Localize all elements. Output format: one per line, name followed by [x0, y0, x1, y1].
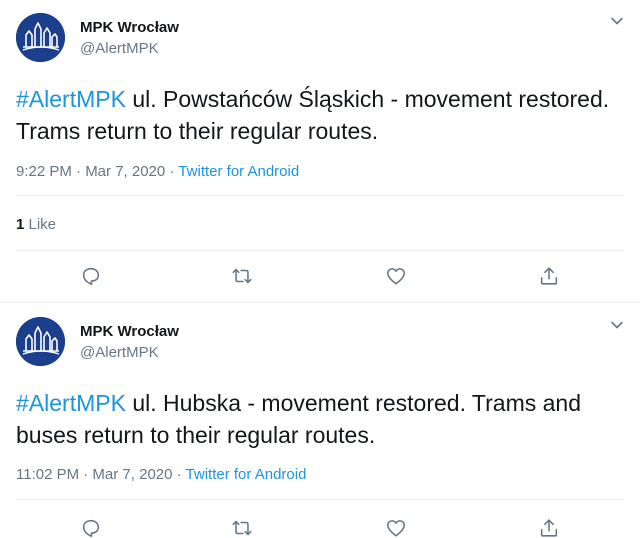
tweet-meta: 9:22 PM · Mar 7, 2020 · Twitter for Andr…	[16, 163, 299, 180]
divider	[16, 195, 624, 196]
retweet-icon[interactable]	[231, 265, 253, 287]
likes-label: Like	[24, 216, 57, 233]
share-icon[interactable]	[538, 265, 560, 287]
caret-down-icon[interactable]	[610, 318, 624, 332]
tweet-timestamp[interactable]: 11:02 PM · Mar 7, 2020 ·	[16, 466, 186, 483]
author-name[interactable]: MPK Wrocław	[80, 323, 179, 340]
tweet-actions	[0, 265, 640, 289]
author-handle[interactable]: @AlertMPK	[80, 344, 159, 361]
tweet-card[interactable]: MPK Wrocław @AlertMPK #AlertMPK ul. Pows…	[0, 0, 640, 303]
avatar[interactable]	[16, 317, 65, 366]
author-name[interactable]: MPK Wrocław	[80, 19, 179, 36]
tweet-source-link[interactable]: Twitter for Android	[186, 466, 307, 483]
hashtag-link[interactable]: #AlertMPK	[16, 86, 126, 112]
tweet-text: #AlertMPK ul. Hubska - movement restored…	[16, 387, 624, 451]
author-handle[interactable]: @AlertMPK	[80, 40, 159, 57]
tweet-actions	[0, 517, 640, 538]
likes-count[interactable]: 1 Like	[16, 216, 56, 233]
tweet-timestamp[interactable]: 9:22 PM · Mar 7, 2020 ·	[16, 163, 178, 180]
caret-down-icon[interactable]	[610, 14, 624, 28]
reply-icon[interactable]	[80, 517, 102, 538]
like-icon[interactable]	[385, 517, 407, 538]
mpk-logo-icon	[16, 317, 65, 366]
tweet-text: #AlertMPK ul. Powstańców Śląskich - move…	[16, 83, 624, 147]
mpk-logo-icon	[16, 13, 65, 62]
retweet-icon[interactable]	[231, 517, 253, 538]
like-icon[interactable]	[385, 265, 407, 287]
divider	[16, 499, 624, 500]
reply-icon[interactable]	[80, 265, 102, 287]
divider	[16, 250, 624, 251]
tweet-card[interactable]: MPK Wrocław @AlertMPK #AlertMPK ul. Hubs…	[0, 304, 640, 538]
share-icon[interactable]	[538, 517, 560, 538]
hashtag-link[interactable]: #AlertMPK	[16, 390, 126, 416]
tweet-meta: 11:02 PM · Mar 7, 2020 · Twitter for And…	[16, 466, 306, 483]
avatar[interactable]	[16, 13, 65, 62]
tweet-source-link[interactable]: Twitter for Android	[178, 163, 299, 180]
